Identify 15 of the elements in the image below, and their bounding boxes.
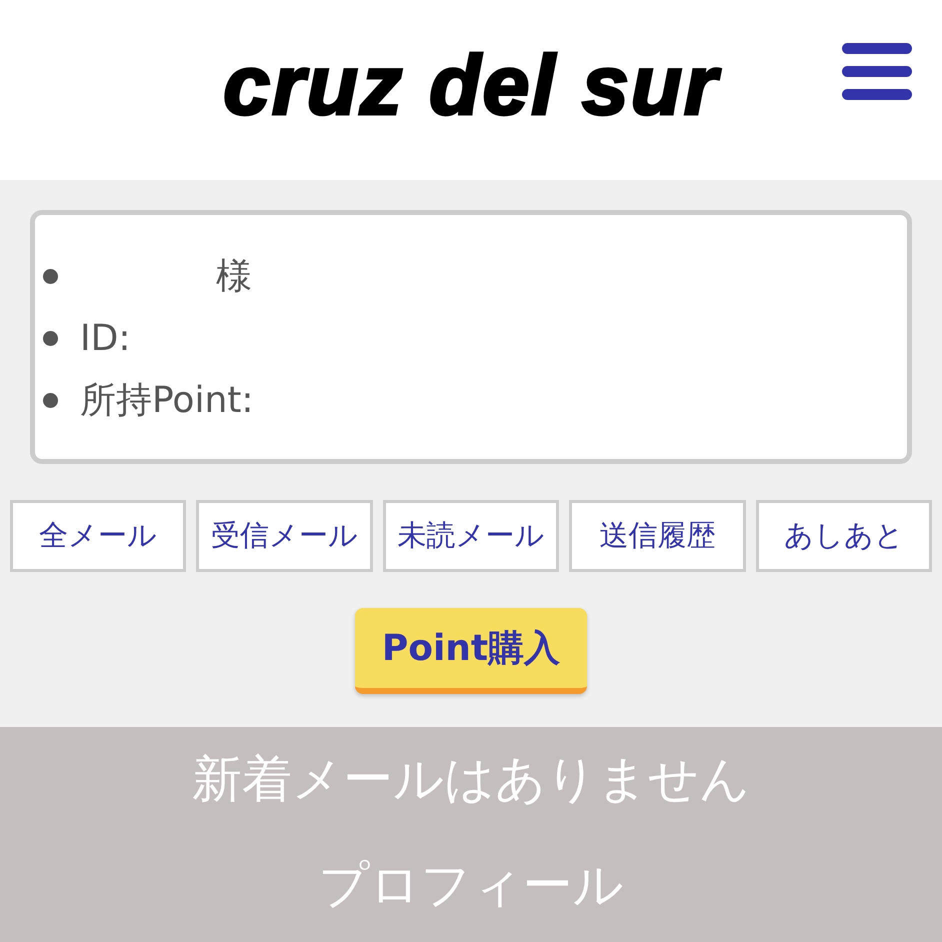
bullet-icon: [43, 330, 58, 346]
mail-tab[interactable]: 未読メール: [382, 500, 560, 572]
account-text: 様: [215, 254, 252, 298]
mail-tab[interactable]: 受信メール: [196, 500, 373, 572]
bullet-icon: [43, 392, 58, 408]
notice-text: 新着メールはありません: [192, 749, 750, 809]
account-text: ID:: [80, 318, 130, 358]
menu-icon[interactable]: [842, 43, 912, 101]
site-logo[interactable]: cruz del sur: [223, 36, 719, 134]
account-text: 所持Point:: [80, 378, 254, 422]
mail-tab[interactable]: あしあと: [756, 500, 932, 572]
buy-points-button[interactable]: Point購入: [355, 608, 587, 694]
mail-tab[interactable]: 送信履歴: [569, 500, 746, 572]
mail-tab[interactable]: 全メール: [10, 500, 186, 572]
bullet-icon: [43, 268, 58, 284]
